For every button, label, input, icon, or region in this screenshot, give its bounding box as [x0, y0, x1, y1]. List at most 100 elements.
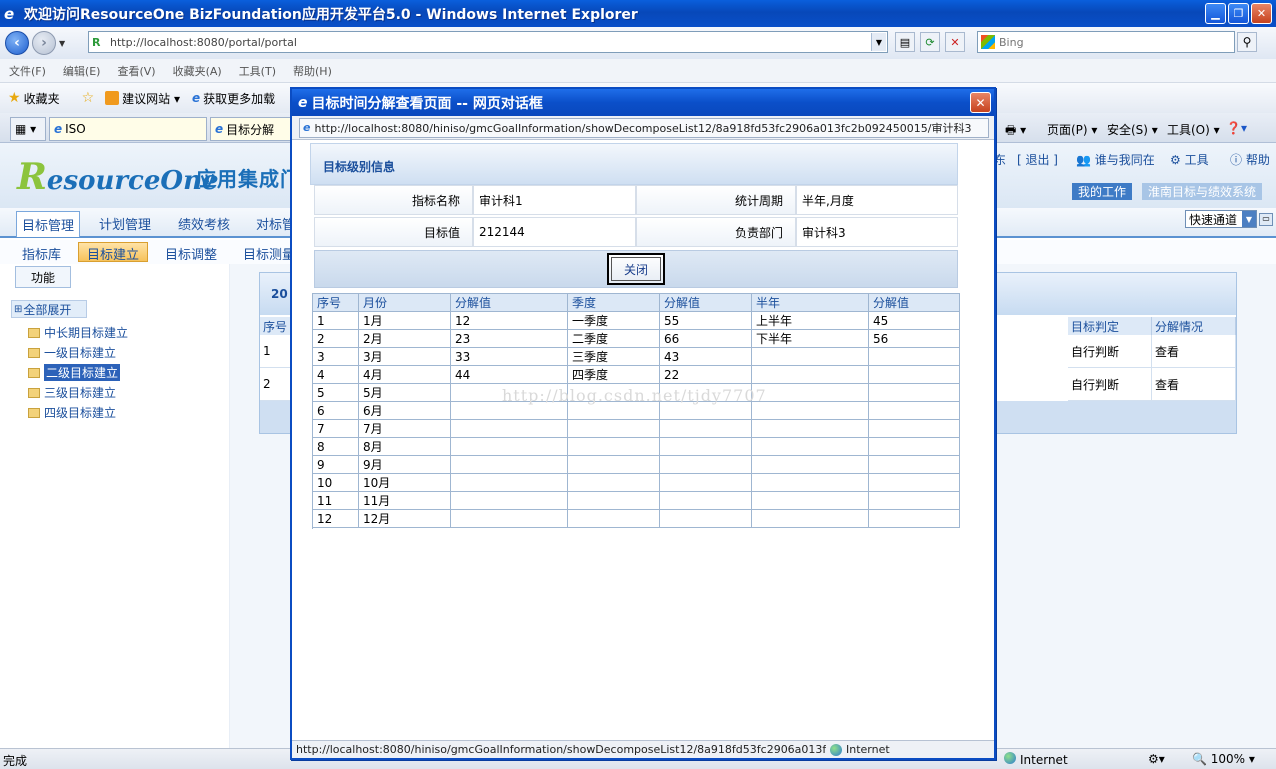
protected-mode-icon[interactable]: ⚙▾ [1148, 752, 1165, 766]
grid-cell-half: 下半年 [752, 330, 869, 348]
status-text: 完成 [3, 754, 28, 768]
logo-r: R [17, 156, 47, 198]
address-dropdown-icon[interactable]: ▼ [871, 33, 886, 51]
who-is-online-link[interactable]: 👥 谁与我同在 [1076, 151, 1155, 168]
expand-all-label: 全部展开 [23, 302, 72, 317]
add-favorite-button[interactable]: ☆ [82, 90, 98, 106]
tree-item-long-term[interactable]: 中长期目标建立 [28, 324, 128, 341]
grid-cell-quarter [568, 474, 660, 492]
grid-cell-half-value: 56 [869, 330, 960, 348]
tree-item-level-4[interactable]: 四级目标建立 [28, 404, 116, 421]
compat-view-icon[interactable]: ▤ [895, 32, 915, 52]
dialog-body: 目标级别信息 指标名称 审计科1 统计周期 半年,月度 目标值 212144 负… [292, 140, 994, 740]
dialog-ie-icon: e [298, 94, 308, 111]
search-icon[interactable]: ⚲ [1237, 32, 1257, 52]
help-icon[interactable]: ❓▾ [1226, 121, 1247, 135]
quick-channel-label: 快速通道 [1189, 212, 1238, 227]
search-box[interactable] [977, 31, 1235, 53]
history-dropdown-icon[interactable]: ▼ [59, 39, 65, 48]
safety-menu[interactable]: 安全(S) ▾ [1107, 121, 1158, 138]
tab-ie-icon: e [215, 122, 224, 136]
info-section-title: 目标级别信息 [323, 160, 396, 174]
favorites-button[interactable]: ★ 收藏夹 [8, 90, 60, 107]
status-zone-label: Internet [1020, 753, 1068, 767]
forward-button[interactable]: › [32, 31, 56, 55]
grid-cell-half-value [869, 366, 960, 384]
print-icon[interactable]: 🖶 ▾ [1005, 121, 1026, 142]
subnav-goal-adjust[interactable]: 目标调整 [165, 244, 217, 263]
tree-label: 中长期目标建立 [44, 326, 129, 340]
tree-item-level-2[interactable]: 二级目标建立 [28, 364, 121, 381]
menu-edit[interactable]: 编辑(E) [63, 63, 101, 79]
quick-channel-select[interactable]: 快速通道 ▼ [1185, 210, 1257, 228]
panel-toggle-icon[interactable]: ▭ [1259, 213, 1273, 226]
menu-help[interactable]: 帮助(H) [293, 63, 332, 79]
page-menu[interactable]: 页面(P) ▾ [1047, 121, 1097, 138]
menu-file[interactable]: 文件(F) [9, 63, 46, 79]
get-more-addons-link[interactable]: e 获取更多加载 [192, 90, 275, 107]
grid-cell-quarter-value: 22 [660, 366, 752, 384]
subnav-indicator-library[interactable]: 指标库 [22, 244, 61, 263]
back-button[interactable]: ‹ [5, 31, 29, 55]
tab-goal-decompose[interactable]: e 目标分解 [210, 117, 292, 141]
tab-iso[interactable]: e ISO [49, 117, 207, 141]
grid-cell-no: 9 [313, 456, 359, 474]
function-tab[interactable]: 功能 [15, 266, 71, 288]
menu-view[interactable]: 查看(V) [117, 63, 155, 79]
my-work-pill[interactable]: 我的工作 [1072, 183, 1133, 200]
subnav-goal-measure[interactable]: 目标测量 [243, 244, 295, 263]
logo-cn-text: 应用集成门 [196, 167, 301, 191]
grid-cell-half-value [869, 510, 960, 528]
target-value-label: 目标值 [314, 217, 473, 247]
folder-icon [28, 347, 40, 358]
tools-menu[interactable]: 工具(O) ▾ [1167, 121, 1220, 138]
logout-link[interactable]: [ 退出 ] [1017, 151, 1058, 168]
address-input[interactable]: R http://localhost:8080/portal/portal ▼ [88, 31, 888, 53]
grid-cell-quarter-value [660, 420, 752, 438]
dialog-close-icon[interactable]: ✕ [970, 92, 991, 113]
nav-plan-management[interactable]: 计划管理 [99, 214, 151, 233]
folder-icon [28, 367, 40, 378]
close-button[interactable]: 关闭 [607, 253, 665, 285]
logo-text: esourceOne [46, 166, 219, 196]
grid-cell-half-value [869, 438, 960, 456]
grid-cell-half-value [869, 474, 960, 492]
tools-link[interactable]: ⚙ 工具 [1170, 151, 1209, 168]
help-circle-icon: ⓘ [1230, 153, 1243, 167]
tree-item-level-1[interactable]: 一级目标建立 [28, 344, 116, 361]
add-favorite-icon: ☆ [81, 90, 95, 106]
close-window-button[interactable]: ✕ [1251, 3, 1272, 24]
suggested-sites-link[interactable]: 建议网站 ▾ [105, 90, 180, 107]
tree-item-level-3[interactable]: 三级目标建立 [28, 384, 116, 401]
folder-icon [28, 407, 40, 418]
nav-performance[interactable]: 绩效考核 [178, 214, 230, 233]
zoom-control[interactable]: 🔍 100% ▾ [1192, 752, 1255, 766]
ie-logo-icon: e [4, 4, 15, 23]
expand-all-button[interactable]: ⊞ 全部展开 [11, 300, 87, 318]
grid-cell-month: 8月 [359, 438, 451, 456]
grid-cell-quarter: 二季度 [568, 330, 660, 348]
refresh-icon[interactable]: ⟳ [920, 32, 940, 52]
dialog-url: http://localhost:8080/hiniso/gmcGoalInfo… [314, 121, 972, 135]
help-link[interactable]: ⓘ 帮助 [1230, 151, 1270, 168]
quick-tabs-button[interactable]: ▦ ▾ [10, 117, 46, 141]
column-header-judge: 目标判定 [1068, 317, 1152, 335]
subnav-goal-create[interactable]: 目标建立 [78, 242, 149, 263]
grid-cell-month-value [451, 492, 568, 510]
view-link[interactable]: 查看 [1152, 335, 1236, 368]
nav-goal-management[interactable]: 目标管理 [16, 211, 81, 237]
restore-button[interactable]: ❐ [1228, 3, 1249, 24]
view-link[interactable]: 查看 [1152, 368, 1236, 401]
grid-cell-half [752, 492, 869, 510]
help-label: 帮助 [1245, 153, 1270, 167]
grid-cell-half [752, 420, 869, 438]
grid-cell-half [752, 402, 869, 420]
grid-cell-month: 6月 [359, 402, 451, 420]
minimize-button[interactable]: ▁ [1205, 3, 1226, 24]
system-pill[interactable]: 淮南目标与绩效系统 [1142, 183, 1263, 200]
menu-favorites[interactable]: 收藏夹(A) [173, 63, 222, 79]
menu-tools[interactable]: 工具(T) [239, 63, 276, 79]
stop-icon[interactable]: ✕ [945, 32, 965, 52]
gear-icon: ⚙ [1170, 153, 1181, 167]
search-input[interactable] [999, 35, 1199, 49]
